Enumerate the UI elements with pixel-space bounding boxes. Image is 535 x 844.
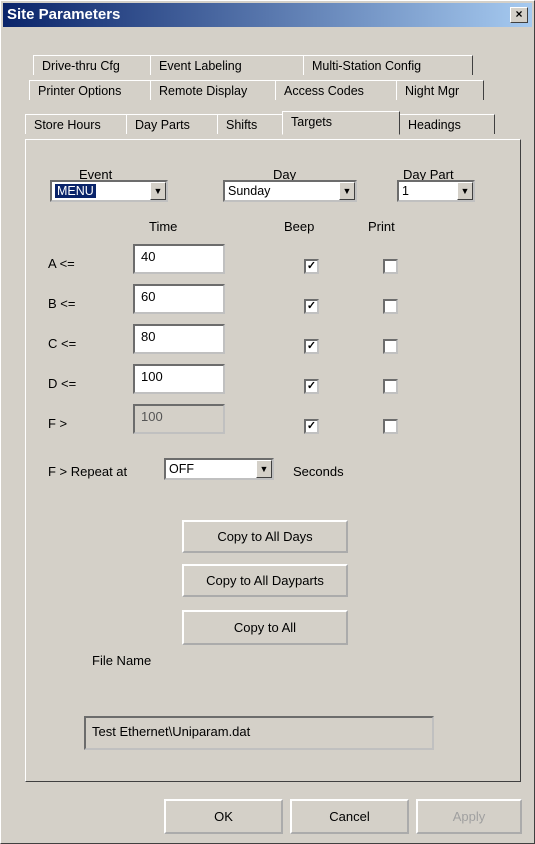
apply-button: Apply (416, 799, 522, 834)
tab-targets[interactable]: Targets (282, 111, 400, 135)
repeat-select-value: OFF (169, 462, 194, 476)
day-part-select[interactable]: 1 ▼ (397, 180, 475, 202)
time-column-header: Time (149, 219, 178, 234)
target-f-time-input: 100 (133, 404, 225, 434)
tab-event-labeling[interactable]: Event Labeling (150, 55, 304, 75)
target-a-print-checkbox[interactable] (383, 259, 398, 274)
day-select-value: Sunday (228, 184, 271, 198)
tab-night-mgr[interactable]: Night Mgr (396, 80, 484, 100)
repeat-select[interactable]: OFF ▼ (164, 458, 274, 480)
target-d-time-input[interactable]: 100 (133, 364, 225, 394)
target-b-print-checkbox[interactable] (383, 299, 398, 314)
ok-button[interactable]: OK (164, 799, 283, 834)
chevron-down-icon[interactable]: ▼ (256, 460, 272, 478)
tab-printer-options[interactable]: Printer Options (29, 80, 151, 100)
tab-access-codes[interactable]: Access Codes (275, 80, 397, 100)
chevron-down-icon[interactable]: ▼ (339, 182, 355, 200)
title-bar: Site Parameters × (3, 3, 532, 27)
tab-multi-station-config[interactable]: Multi-Station Config (303, 55, 473, 75)
target-c-beep-checkbox[interactable]: ✓ (304, 339, 319, 354)
target-a-beep-checkbox[interactable]: ✓ (304, 259, 319, 274)
event-select-value: MENU (55, 184, 96, 198)
tab-row-1: Drive-thru Cfg Event Labeling Multi-Stat… (33, 55, 473, 77)
chevron-down-icon[interactable]: ▼ (457, 182, 473, 200)
file-name-label: File Name (92, 653, 152, 668)
repeat-label: F > Repeat at (48, 464, 128, 479)
target-f-label: F > (48, 416, 68, 431)
tab-headings[interactable]: Headings (399, 114, 495, 134)
window-title: Site Parameters (7, 6, 121, 23)
day-select[interactable]: Sunday ▼ (223, 180, 357, 202)
cancel-button[interactable]: Cancel (290, 799, 409, 834)
tab-drive-thru-cfg[interactable]: Drive-thru Cfg (33, 55, 151, 75)
event-select[interactable]: MENU ▼ (50, 180, 168, 202)
file-name-field: Test Ethernet\Uniparam.dat (84, 716, 434, 750)
chevron-down-icon[interactable]: ▼ (150, 182, 166, 200)
target-d-beep-checkbox[interactable]: ✓ (304, 379, 319, 394)
tab-remote-display[interactable]: Remote Display (150, 80, 276, 100)
site-parameters-dialog: Site Parameters × Drive-thru Cfg Event L… (0, 0, 535, 844)
target-b-label: B <= (48, 296, 76, 311)
beep-column-header: Beep (284, 219, 315, 234)
target-f-print-checkbox[interactable] (383, 419, 398, 434)
target-b-time-input[interactable]: 60 (133, 284, 225, 314)
target-d-print-checkbox[interactable] (383, 379, 398, 394)
print-column-header: Print (368, 219, 395, 234)
tab-row-3: Store Hours Day Parts Shifts Targets Hea… (25, 111, 495, 136)
repeat-unit: Seconds (293, 464, 344, 479)
target-d-label: D <= (48, 376, 77, 391)
tab-day-parts[interactable]: Day Parts (126, 114, 218, 134)
tab-row-2: Printer Options Remote Display Access Co… (29, 80, 484, 102)
copy-to-all-days-button[interactable]: Copy to All Days (182, 520, 348, 553)
day-part-select-value: 1 (402, 184, 409, 198)
copy-to-all-button[interactable]: Copy to All (182, 610, 348, 645)
target-c-label: C <= (48, 336, 77, 351)
copy-to-all-dayparts-button[interactable]: Copy to All Dayparts (182, 564, 348, 597)
tab-store-hours[interactable]: Store Hours (25, 114, 127, 134)
target-b-beep-checkbox[interactable]: ✓ (304, 299, 319, 314)
tab-shifts[interactable]: Shifts (217, 114, 283, 134)
target-a-time-input[interactable]: 40 (133, 244, 225, 274)
target-f-beep-checkbox[interactable]: ✓ (304, 419, 319, 434)
target-c-time-input[interactable]: 80 (133, 324, 225, 354)
target-c-print-checkbox[interactable] (383, 339, 398, 354)
target-a-label: A <= (48, 256, 75, 271)
close-button[interactable]: × (510, 7, 528, 23)
